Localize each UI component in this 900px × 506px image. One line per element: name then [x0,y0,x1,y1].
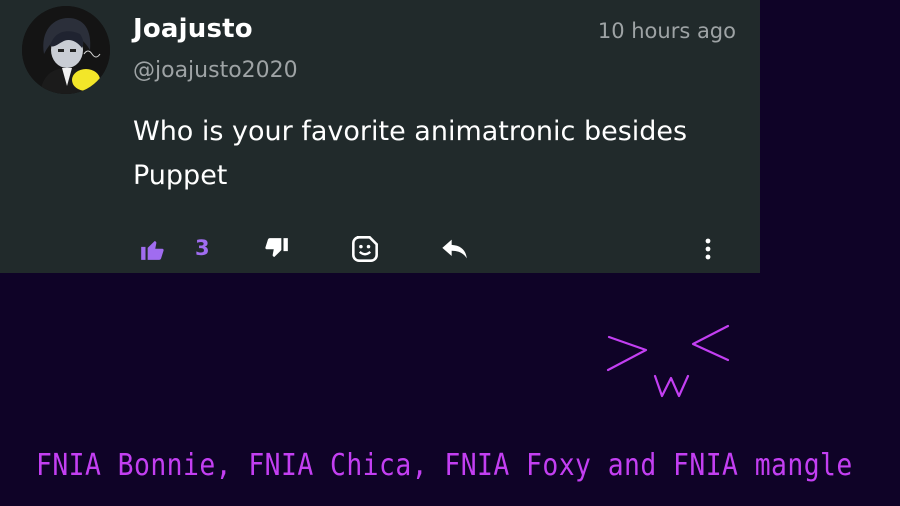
thumbs-up-icon [141,240,164,260]
dislike-button[interactable] [262,234,292,264]
comment-timestamp: 10 hours ago [597,19,736,43]
author-handle[interactable]: @joajusto2020 [133,58,298,83]
more-options-button[interactable] [693,234,723,264]
more-options-icon [705,238,711,260]
avatar-image [22,6,110,94]
reply-icon [442,239,467,259]
avatar[interactable] [22,6,110,94]
sticker-icon [352,236,378,262]
sticker-button[interactable] [350,234,380,264]
thumbs-down-icon [265,238,288,258]
handwritten-caption: FNIA Bonnie, FNIA Chica, FNIA Foxy and F… [36,448,853,483]
like-count: 3 [195,236,210,260]
comment-text: Who is your favorite animatronic besides… [133,116,688,191]
like-button[interactable] [137,234,167,264]
comment-card: Joajusto @joajusto2020 10 hours ago Who … [0,0,760,273]
reply-button[interactable] [439,234,469,264]
comment-action-bar: 3 [0,228,760,272]
author-name[interactable]: Joajusto [133,14,253,44]
